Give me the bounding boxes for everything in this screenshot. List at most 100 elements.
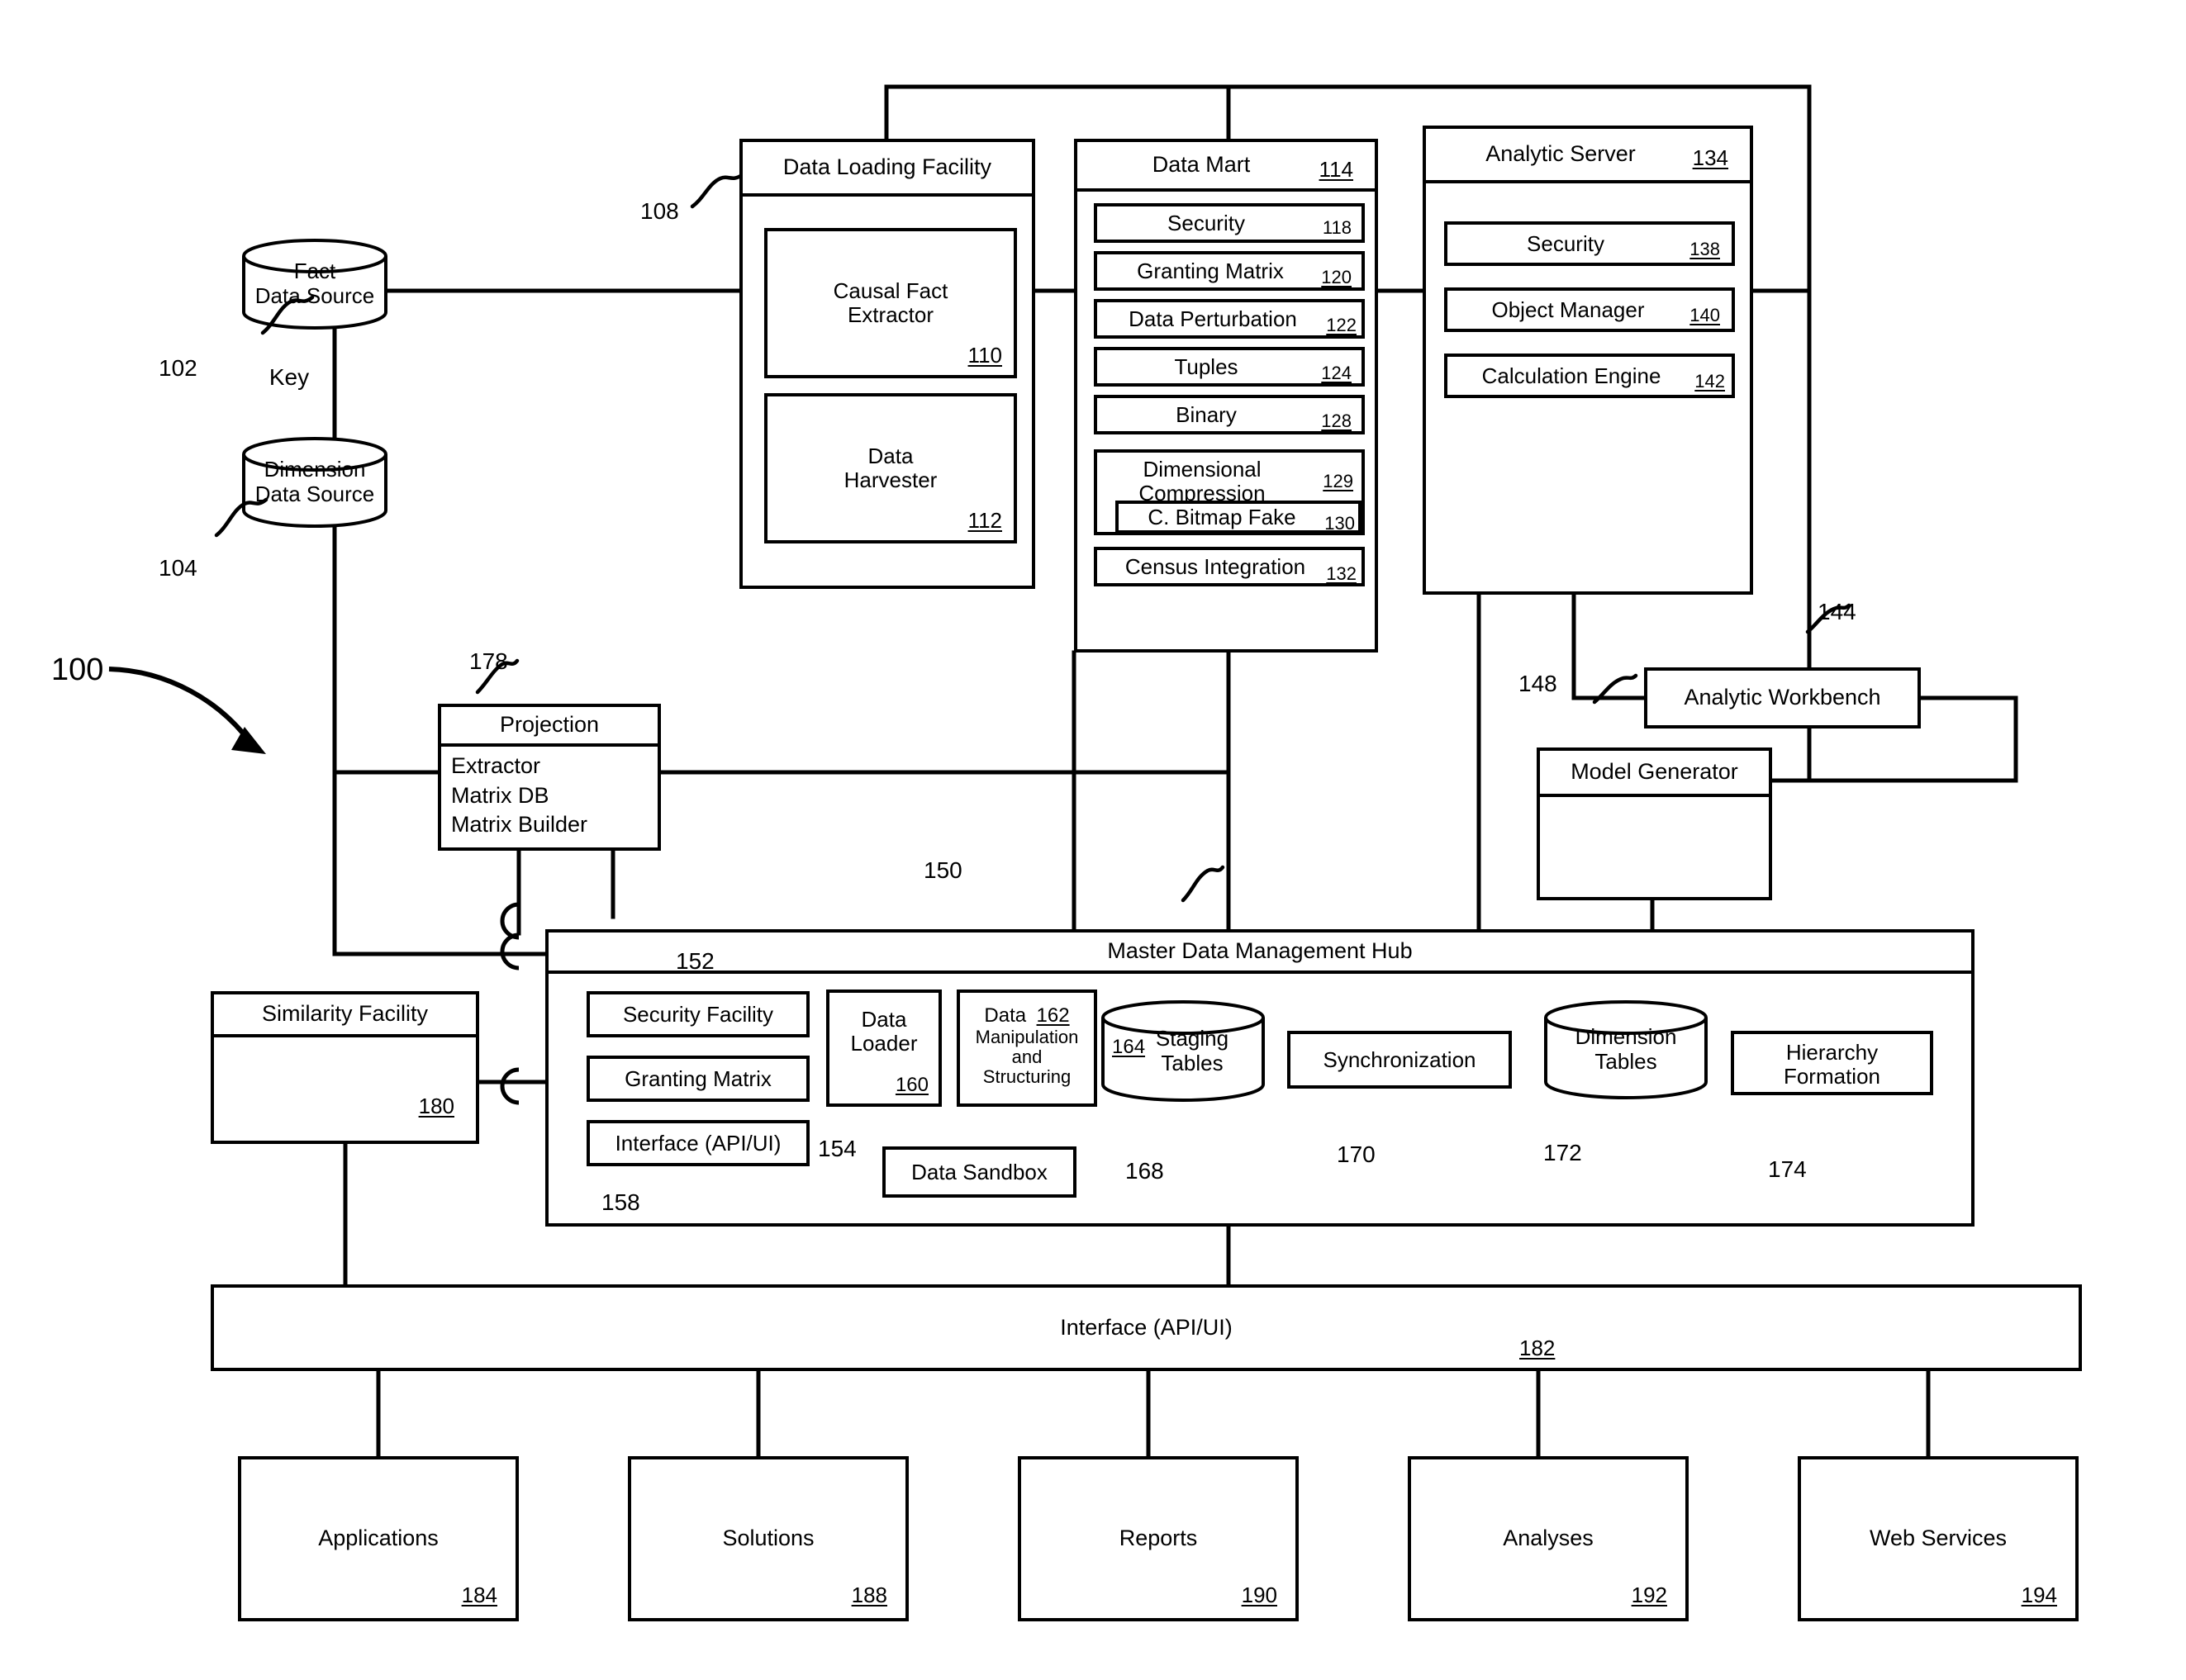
projection: Projection Extractor Matrix DB Matrix Bu… — [438, 704, 661, 851]
ref-102: 102 — [159, 355, 197, 381]
c-bitmap-fake: C. Bitmap Fake 130 — [1115, 501, 1361, 534]
data-mart-tuples: Tuples 124 — [1094, 347, 1365, 387]
dimensional-compression-line1: Dimensional — [1143, 457, 1262, 482]
data-mart: Data Mart 114 Security 118 Granting Matr… — [1074, 139, 1378, 653]
output-solutions: Solutions 188 — [628, 1456, 909, 1621]
model-generator-header: Model Generator — [1540, 751, 1769, 797]
dimension-data-source-line1: Dimension — [264, 457, 366, 482]
ref-152: 152 — [676, 948, 715, 974]
mdm-data-loader-line1: Data — [861, 1007, 907, 1032]
ref-182: 182 — [1519, 1336, 1556, 1360]
data-mart-security-label: Security — [1167, 210, 1245, 235]
calculation-engine-label: Calculation Engine — [1481, 363, 1661, 388]
mdm-data-sandbox: Data Sandbox — [882, 1146, 1076, 1198]
ref-190: 190 — [1241, 1583, 1277, 1607]
staging-tables-line1: Staging — [1155, 1025, 1229, 1051]
ref-188: 188 — [851, 1583, 887, 1607]
output-applications-label: Applications — [318, 1526, 439, 1551]
calculation-engine: Calculation Engine 142 — [1444, 354, 1735, 398]
mdm-hierarchy-formation: Hierarchy Formation — [1731, 1031, 1933, 1095]
analytic-server-security: Security 138 — [1444, 221, 1735, 266]
mdm-granting-matrix: Granting Matrix — [587, 1056, 810, 1102]
causal-fact-extractor: Causal Fact Extractor 110 — [764, 228, 1017, 378]
ref-194: 194 — [2021, 1583, 2057, 1607]
mdm-data-manipulation-line2: Manipulation — [975, 1026, 1079, 1047]
ref-114: 114 — [1319, 157, 1353, 182]
ref-112: 112 — [967, 508, 1002, 533]
ref-138: 138 — [1689, 239, 1720, 259]
fact-data-source-line2: Data Source — [254, 283, 375, 308]
analytic-workbench-label: Analytic Workbench — [1684, 685, 1881, 710]
interface-api-ui-bar-label: Interface (API/UI) — [1060, 1314, 1233, 1340]
ref-100-system: 100 — [51, 653, 104, 687]
similarity-facility-title: Similarity Facility — [261, 1001, 428, 1027]
ref-118: 118 — [1322, 217, 1352, 238]
projection-line-extractor: Extractor — [451, 753, 541, 778]
data-harvester-line1: Data — [867, 444, 914, 469]
ref-140: 140 — [1689, 305, 1720, 325]
ref-180: 180 — [418, 1094, 454, 1118]
mdm-security-facility: Security Facility — [587, 991, 810, 1037]
ref-162: 162 — [1036, 1004, 1070, 1027]
model-generator: Model Generator — [1537, 747, 1772, 900]
data-mart-binary: Binary 128 — [1094, 395, 1365, 434]
ref-132: 132 — [1326, 563, 1357, 584]
mdm-granting-matrix-label: Granting Matrix — [625, 1065, 772, 1091]
mdm-synchronization: Synchronization — [1287, 1031, 1512, 1089]
patent-figure: Fact Data Source 102 Key Dimension Data … — [0, 0, 2186, 1680]
ref-158: 158 — [601, 1189, 640, 1215]
ref-164: 164 — [1112, 1036, 1146, 1058]
causal-fact-extractor-line1: Causal Fact — [833, 278, 948, 304]
ref-129: 129 — [1323, 471, 1353, 491]
mdm-interface-api-ui-label: Interface (API/UI) — [615, 1130, 782, 1156]
object-manager: Object Manager 140 — [1444, 287, 1735, 332]
data-harvester-line2: Harvester — [844, 467, 938, 492]
mdm-data-manipulation-line1: Data — [984, 1004, 1027, 1027]
data-mart-data-perturbation-label: Data Perturbation — [1129, 306, 1297, 331]
object-manager-label: Object Manager — [1491, 297, 1645, 322]
ref-104: 104 — [159, 555, 197, 581]
analytic-server-title: Analytic Server — [1485, 141, 1636, 167]
analytic-workbench: Analytic Workbench — [1644, 667, 1921, 728]
fact-data-source: Fact Data Source — [241, 238, 388, 330]
fact-data-source-line1: Fact — [293, 259, 336, 284]
ref-184: 184 — [461, 1583, 497, 1607]
ref-124: 124 — [1321, 363, 1352, 383]
data-loading-facility-header: Data Loading Facility — [743, 142, 1032, 197]
data-mart-data-perturbation: Data Perturbation 122 — [1094, 299, 1365, 339]
staging-tables-line2: Tables — [1161, 1050, 1224, 1075]
ref-144: 144 — [1818, 599, 1856, 624]
model-generator-label: Model Generator — [1571, 759, 1738, 785]
mdm-hub-header: Master Data Management Hub — [549, 933, 1971, 974]
census-integration: Census Integration 132 — [1094, 547, 1365, 586]
c-bitmap-fake-label: C. Bitmap Fake — [1148, 504, 1296, 529]
mdm-data-sandbox-label: Data Sandbox — [911, 1159, 1048, 1184]
ref-128: 128 — [1321, 411, 1352, 431]
dimension-tables: Dimension Tables — [1543, 999, 1708, 1100]
analytic-server-security-label: Security — [1527, 230, 1604, 256]
ref-120: 120 — [1321, 267, 1352, 287]
data-loading-facility: Data Loading Facility Causal Fact Extrac… — [739, 139, 1035, 589]
dimension-data-source: Dimension Data Source — [241, 436, 388, 529]
mdm-data-manipulation-line3: and — [1011, 1046, 1043, 1068]
ref-160: 160 — [895, 1074, 929, 1096]
projection-line-matrix-builder: Matrix Builder — [451, 812, 588, 838]
output-reports: Reports 190 — [1018, 1456, 1299, 1621]
mdm-hierarchy-formation-line2: Formation — [1783, 1063, 1881, 1089]
similarity-facility: Similarity Facility 180 — [211, 991, 479, 1144]
output-reports-label: Reports — [1119, 1526, 1198, 1551]
data-harvester: Data Harvester 112 — [764, 393, 1017, 543]
ref-192: 192 — [1631, 1583, 1667, 1607]
output-web-services-label: Web Services — [1869, 1526, 2008, 1551]
output-web-services: Web Services 194 — [1798, 1456, 2079, 1621]
ref-150: 150 — [924, 857, 962, 883]
output-solutions-label: Solutions — [722, 1526, 815, 1551]
mdm-security-facility-label: Security Facility — [622, 1001, 774, 1027]
output-applications: Applications 184 — [238, 1456, 519, 1621]
ref-178: 178 — [469, 648, 508, 674]
mdm-hierarchy-formation-line1: Hierarchy — [1785, 1040, 1879, 1065]
key-label: Key — [268, 364, 310, 390]
ref-122: 122 — [1326, 315, 1357, 335]
data-mart-binary-label: Binary — [1176, 401, 1237, 427]
ref-172: 172 — [1543, 1140, 1582, 1165]
